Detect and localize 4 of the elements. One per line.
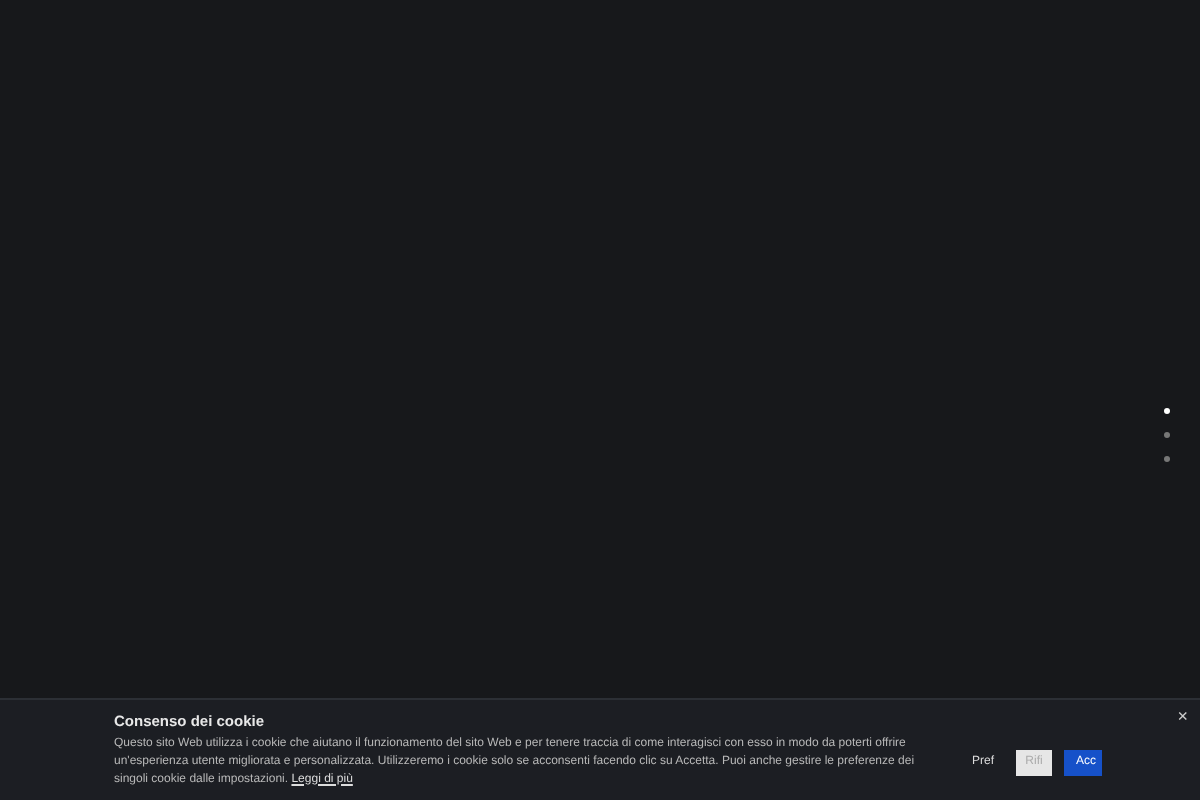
close-button[interactable]: × bbox=[1177, 708, 1188, 726]
slide-dot[interactable] bbox=[1164, 408, 1170, 414]
slide-dot[interactable] bbox=[1164, 456, 1170, 462]
slide-dot[interactable] bbox=[1164, 432, 1170, 438]
